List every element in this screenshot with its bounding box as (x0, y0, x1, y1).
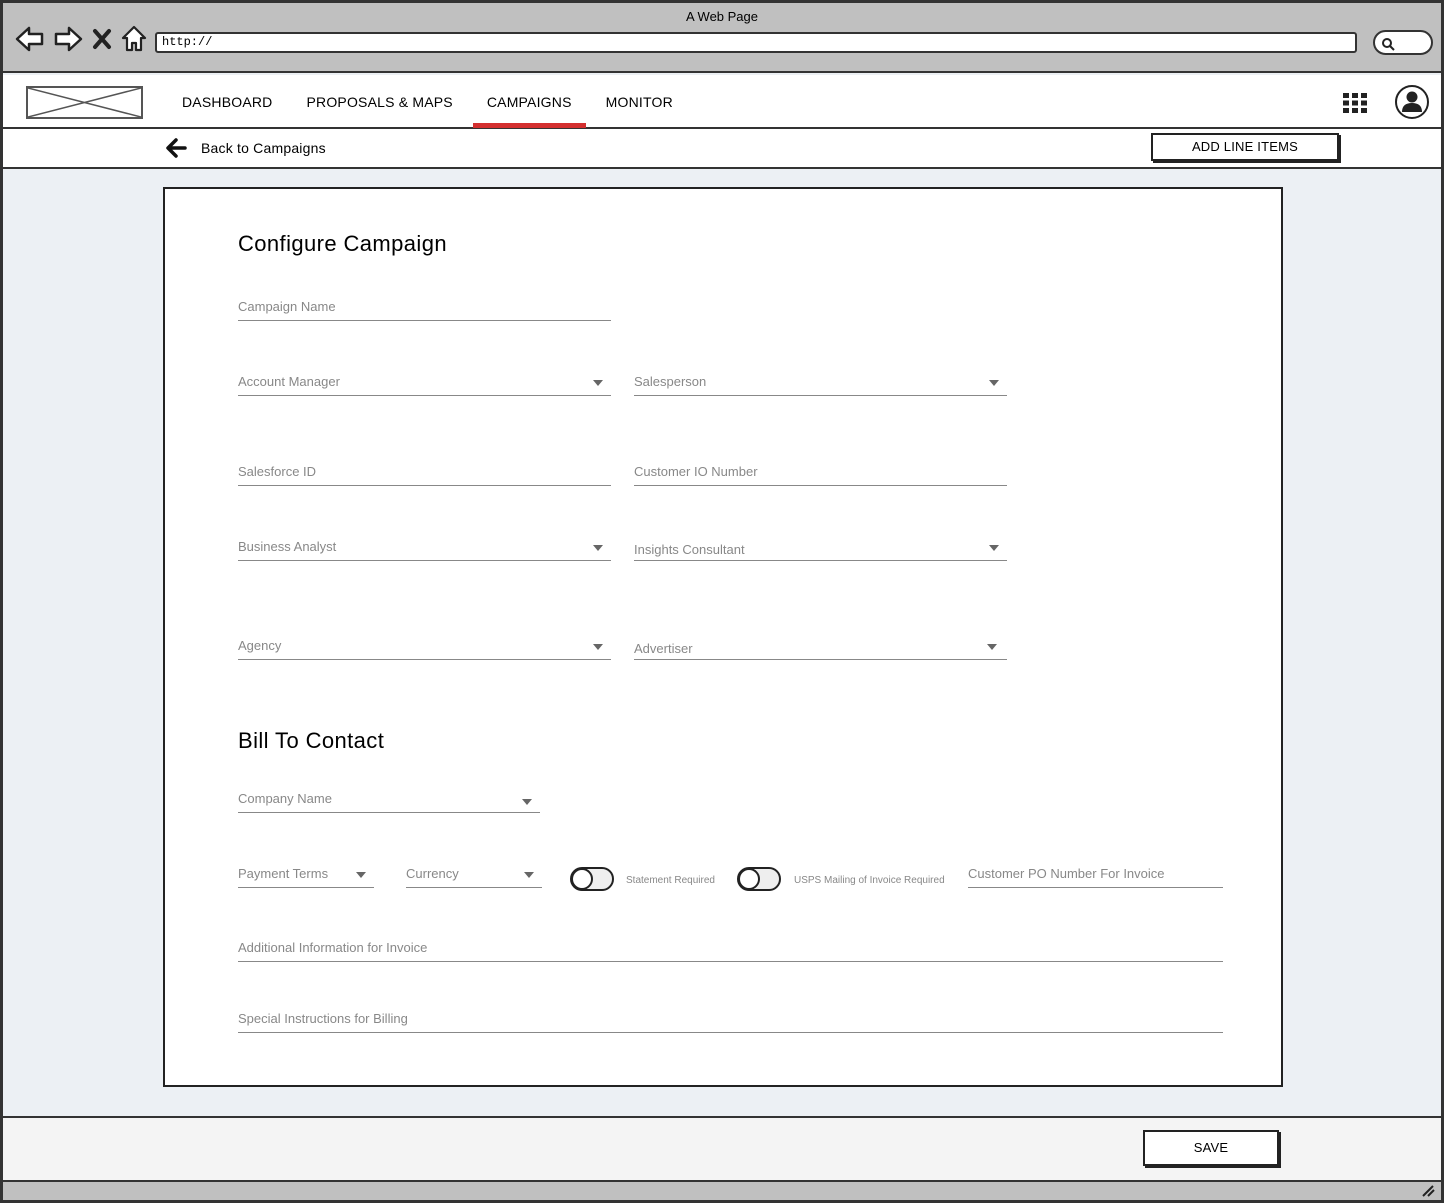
payment-terms-label: Payment Terms (238, 866, 329, 881)
configure-campaign-title: Configure Campaign (238, 231, 447, 256)
chevron-down-icon (356, 872, 366, 878)
usps-mailing-label: USPS Mailing of Invoice Required (794, 875, 945, 886)
chevron-down-icon (989, 380, 999, 386)
close-icon[interactable] (91, 27, 113, 51)
status-bar (3, 1180, 1441, 1200)
image-placeholder-icon (27, 87, 142, 118)
browser-window: A Web Page http:// DASHBOARD PROPOSALS &… (0, 0, 1444, 1203)
search-icon (1382, 38, 1395, 51)
url-bar[interactable]: http:// (155, 32, 1357, 53)
main-nav: DASHBOARD PROPOSALS & MAPS CAMPAIGNS MON… (168, 75, 693, 128)
tab-dashboard[interactable]: DASHBOARD (168, 75, 286, 127)
statement-required-toggle[interactable] (570, 867, 614, 891)
arrow-left-icon (166, 138, 187, 158)
chevron-down-icon (593, 644, 603, 650)
tab-proposals-maps[interactable]: PROPOSALS & MAPS (292, 75, 466, 127)
avatar[interactable] (1395, 85, 1429, 119)
chevron-down-icon (987, 644, 997, 650)
additional-info-field[interactable]: Additional Information for Invoice (238, 936, 1223, 962)
salesforce-id-label: Salesforce ID (238, 464, 317, 479)
account-manager-label: Account Manager (238, 374, 340, 389)
special-instructions-field[interactable]: Special Instructions for Billing (238, 1007, 1223, 1033)
apps-grid-icon[interactable] (1341, 92, 1369, 114)
home-icon[interactable] (121, 25, 147, 53)
resize-grip-icon[interactable] (1421, 1185, 1435, 1197)
currency-label: Currency (406, 866, 459, 881)
customer-io-number-label: Customer IO Number (634, 464, 758, 479)
additional-info-label: Additional Information for Invoice (238, 940, 428, 955)
special-instructions-label: Special Instructions for Billing (238, 1011, 408, 1026)
campaign-name-field[interactable]: Campaign Name (238, 295, 611, 321)
chevron-down-icon (593, 380, 603, 386)
back-label: Back to Campaigns (201, 140, 326, 156)
currency-select[interactable]: Currency (406, 862, 542, 888)
back-arrow-icon[interactable] (15, 25, 45, 53)
sub-toolbar: Back to Campaigns ADD LINE ITEMS (3, 129, 1441, 169)
insights-consultant-label: Insights Consultant (634, 542, 745, 557)
chevron-down-icon (524, 872, 534, 878)
bill-to-contact-title: Bill To Contact (238, 728, 385, 753)
save-button[interactable]: SAVE (1143, 1130, 1279, 1166)
usps-mailing-toggle[interactable] (737, 867, 781, 891)
tab-monitor[interactable]: MONITOR (592, 75, 687, 127)
window-title: A Web Page (685, 9, 759, 24)
business-analyst-label: Business Analyst (238, 539, 337, 554)
customer-po-number-label: Customer PO Number For Invoice (968, 866, 1165, 881)
company-name-label: Company Name (238, 791, 332, 806)
chevron-down-icon (593, 545, 603, 551)
chevron-down-icon (522, 799, 532, 805)
business-analyst-select[interactable]: Business Analyst (238, 535, 611, 561)
campaign-name-label: Campaign Name (238, 299, 336, 314)
back-to-campaigns-link[interactable]: Back to Campaigns (165, 137, 326, 159)
configure-campaign-card: Configure Campaign Campaign Name Account… (163, 187, 1283, 1087)
toggle-knob (738, 868, 760, 890)
chevron-down-icon (989, 545, 999, 551)
logo-placeholder (26, 86, 143, 119)
customer-io-number-field[interactable]: Customer IO Number (634, 460, 1007, 486)
advertiser-label: Advertiser (634, 641, 693, 656)
agency-select[interactable]: Agency (238, 634, 611, 660)
salesperson-select[interactable]: Salesperson (634, 370, 1007, 396)
company-name-select[interactable]: Company Name (238, 787, 540, 813)
payment-terms-select[interactable]: Payment Terms (238, 862, 374, 888)
agency-label: Agency (238, 638, 282, 653)
insights-consultant-select[interactable]: Insights Consultant (634, 535, 1007, 561)
customer-po-number-field[interactable]: Customer PO Number For Invoice (968, 862, 1223, 888)
statement-required-label: Statement Required (626, 875, 715, 886)
browser-search[interactable] (1373, 30, 1433, 55)
advertiser-select[interactable]: Advertiser (634, 634, 1007, 660)
footer-bar: SAVE (3, 1116, 1441, 1180)
add-line-items-button[interactable]: ADD LINE ITEMS (1151, 133, 1339, 161)
salesforce-id-field[interactable]: Salesforce ID (238, 460, 611, 486)
browser-nav (15, 25, 147, 53)
salesperson-label: Salesperson (634, 374, 707, 389)
account-manager-select[interactable]: Account Manager (238, 370, 611, 396)
toggle-knob (571, 868, 593, 890)
app-header: DASHBOARD PROPOSALS & MAPS CAMPAIGNS MON… (3, 75, 1441, 129)
browser-chrome: A Web Page http:// (3, 3, 1441, 73)
forward-arrow-icon[interactable] (53, 25, 83, 53)
user-icon (1402, 91, 1422, 112)
tab-campaigns[interactable]: CAMPAIGNS (472, 75, 586, 128)
